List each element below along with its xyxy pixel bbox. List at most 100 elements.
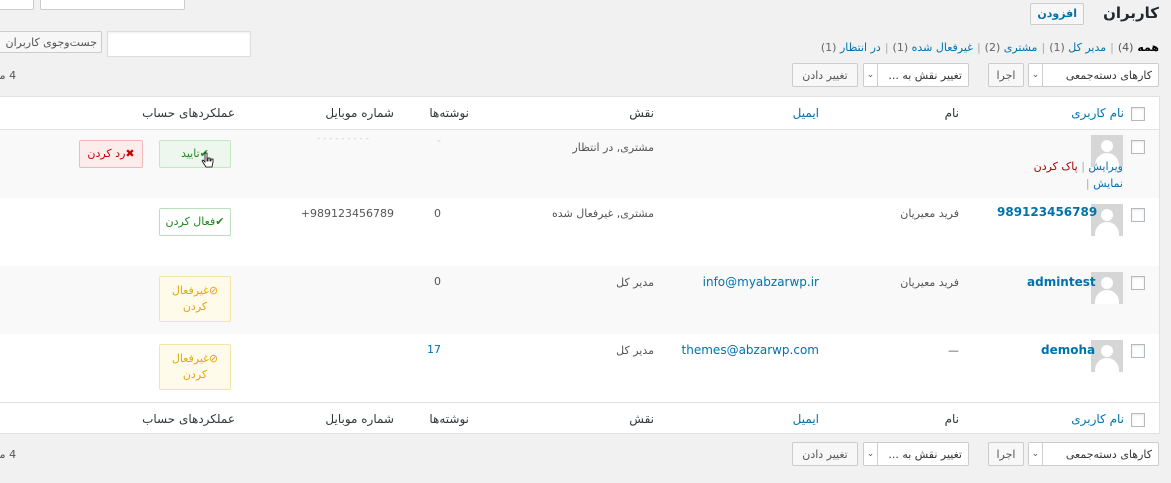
column-email[interactable]: ایمیل — [793, 106, 819, 120]
user-mobile: - - - - - - - - - — [316, 134, 369, 144]
user-posts: 0 — [434, 275, 441, 288]
activate-label: فعال کردن — [165, 215, 216, 228]
row-actions-separator: | — [1085, 177, 1090, 190]
bulk-actions-label: کارهای دسته‌جمعی — [1065, 448, 1152, 461]
column-email[interactable]: ایمیل — [793, 412, 819, 426]
chevron-down-icon: ⌄ — [864, 443, 878, 465]
avatar — [1091, 340, 1123, 372]
filter-separator: | — [884, 41, 889, 54]
filter-separator: | — [976, 41, 981, 54]
column-posts: نوشته‌ها — [429, 106, 469, 120]
row-actions-separator: | — [1081, 160, 1085, 173]
edit-link[interactable]: ویرایش — [1088, 160, 1123, 173]
search-users-button[interactable]: جست‌وجوی کاربران — [0, 31, 102, 53]
bulk-actions-label: کارهای دسته‌جمعی — [1065, 69, 1152, 82]
change-role-select[interactable]: تغییر نقش به ... ⌄ — [863, 63, 969, 87]
filter-customer-count: (2) — [984, 41, 1001, 54]
user-role: مدیر کل — [616, 276, 654, 289]
column-name: نام — [944, 106, 959, 120]
tablenav-bottom: کارهای دسته‌جمعی ⌄ اجرا تغییر نقش به ...… — [0, 442, 1171, 468]
column-mobile: شماره موبایل — [325, 412, 394, 426]
row-checkbox[interactable] — [1131, 344, 1145, 358]
column-name: نام — [944, 412, 959, 426]
username-link[interactable]: 989123456789 — [997, 205, 1097, 219]
reject-button[interactable]: ✖رد کردن — [79, 140, 143, 168]
deactivate-button[interactable]: ⊘غیرفعال کردن — [159, 276, 231, 322]
row-checkbox[interactable] — [1131, 208, 1145, 222]
filter-inactive-count: (1) — [892, 41, 909, 54]
approve-label: تایید — [181, 147, 200, 160]
column-mobile: شماره موبایل — [325, 106, 394, 120]
chevron-down-icon: ⌄ — [864, 64, 878, 86]
row-checkbox[interactable] — [1131, 140, 1145, 154]
bulk-actions-select[interactable]: کارهای دسته‌جمعی ⌄ — [1028, 442, 1159, 466]
filter-pending-count: (1) — [820, 41, 837, 54]
add-new-button[interactable]: افزودن — [1030, 3, 1084, 25]
deactivate-button[interactable]: ⊘غیرفعال کردن — [159, 344, 231, 390]
bulk-actions-select[interactable]: کارهای دسته‌جمعی ⌄ — [1028, 63, 1159, 87]
deactivate-label-2: کردن — [182, 368, 208, 381]
select-all-checkbox-footer[interactable] — [1131, 413, 1145, 427]
apply-button[interactable]: اجرا — [988, 63, 1024, 87]
close-icon: ✖ — [125, 147, 135, 160]
filter-pending[interactable]: در انتظار — [840, 41, 881, 54]
items-count: 4 مو — [0, 448, 17, 461]
chevron-down-icon: ⌄ — [1029, 64, 1043, 86]
table-row: ویرایش | پاک کردن نمایش | مشتری, در انتظ… — [0, 130, 1159, 198]
view-link[interactable]: نمایش — [1093, 177, 1123, 190]
user-posts-link[interactable]: 17 — [427, 343, 441, 356]
column-role: نقش — [629, 106, 654, 120]
delete-link[interactable]: پاک کردن — [1034, 160, 1078, 173]
column-account-actions: عملکردهای حساب — [142, 106, 235, 120]
reject-label: رد کردن — [87, 147, 126, 160]
chevron-down-icon: ⌄ — [1029, 443, 1043, 465]
ban-icon: ⊘ — [208, 352, 219, 365]
column-username[interactable]: نام کاربری — [1071, 106, 1124, 120]
deactivate-label: غیرفعال — [171, 352, 209, 365]
filter-inactive[interactable]: غیرفعال شده — [912, 41, 973, 54]
page-title: کاربران — [1103, 4, 1159, 22]
approve-button[interactable]: ✔تایید — [159, 140, 231, 168]
top-fragment-input[interactable] — [40, 0, 185, 10]
user-name: فرید معیریان — [900, 276, 959, 289]
column-username[interactable]: نام کاربری — [1071, 412, 1124, 426]
user-email[interactable]: info@myabzarwp.ir — [703, 275, 819, 289]
username-link[interactable]: admintest — [1027, 275, 1096, 289]
column-posts: نوشته‌ها — [429, 412, 469, 426]
filter-all[interactable]: همه (4) — [1118, 41, 1159, 54]
filter-separator: | — [1110, 41, 1114, 54]
column-role: نقش — [629, 412, 654, 426]
user-role: مدیر کل — [616, 344, 654, 357]
table-header: نام کاربری نام ایمیل نقش نوشته‌ها شماره … — [0, 97, 1159, 130]
apply-button[interactable]: اجرا — [988, 442, 1024, 466]
deactivate-label-2: کردن — [182, 300, 208, 313]
search-input[interactable] — [107, 31, 251, 57]
row-actions: ویرایش | پاک کردن — [1034, 160, 1123, 173]
deactivate-label: غیرفعال — [171, 284, 209, 297]
table-footer: نام کاربری نام ایمیل نقش نوشته‌ها شماره … — [0, 402, 1159, 435]
user-posts: 0 — [434, 207, 441, 220]
user-name: فرید معیریان — [900, 207, 959, 220]
user-mobile: 989123456789+ — [300, 207, 394, 220]
hand-cursor-icon — [201, 152, 214, 168]
table-row: demoha — themes@abzarwp.com مدیر کل 17 ⊘… — [0, 334, 1159, 402]
role-filter-links: همه (4)|مدیر کل (1)|مشتری (2)|غیرفعال شد… — [821, 41, 1159, 54]
table-row: admintest فرید معیریان info@myabzarwp.ir… — [0, 266, 1159, 334]
user-name: — — [948, 344, 959, 357]
user-role: مشتری, غیرفعال شده — [552, 207, 654, 220]
change-role-button[interactable]: تغییر دادن — [792, 442, 858, 466]
change-role-button[interactable]: تغییر دادن — [792, 63, 858, 87]
row-checkbox[interactable] — [1131, 276, 1145, 290]
activate-button[interactable]: ✔فعال کردن — [159, 208, 231, 236]
select-all-checkbox[interactable] — [1131, 107, 1145, 121]
change-role-select[interactable]: تغییر نقش به ... ⌄ — [863, 442, 969, 466]
filter-customer[interactable]: مشتری — [1004, 41, 1038, 54]
filter-admin-count: (1) — [1049, 41, 1065, 54]
user-posts: - — [437, 134, 441, 147]
user-email[interactable]: themes@abzarwp.com — [682, 343, 819, 357]
filter-separator: | — [1041, 41, 1046, 54]
username-link[interactable]: demoha — [1041, 343, 1095, 357]
filter-admin[interactable]: مدیر کل — [1068, 41, 1106, 54]
top-fragment-button[interactable] — [0, 0, 34, 10]
tablenav-top: کارهای دسته‌جمعی ⌄ اجرا تغییر نقش به ...… — [0, 63, 1171, 89]
